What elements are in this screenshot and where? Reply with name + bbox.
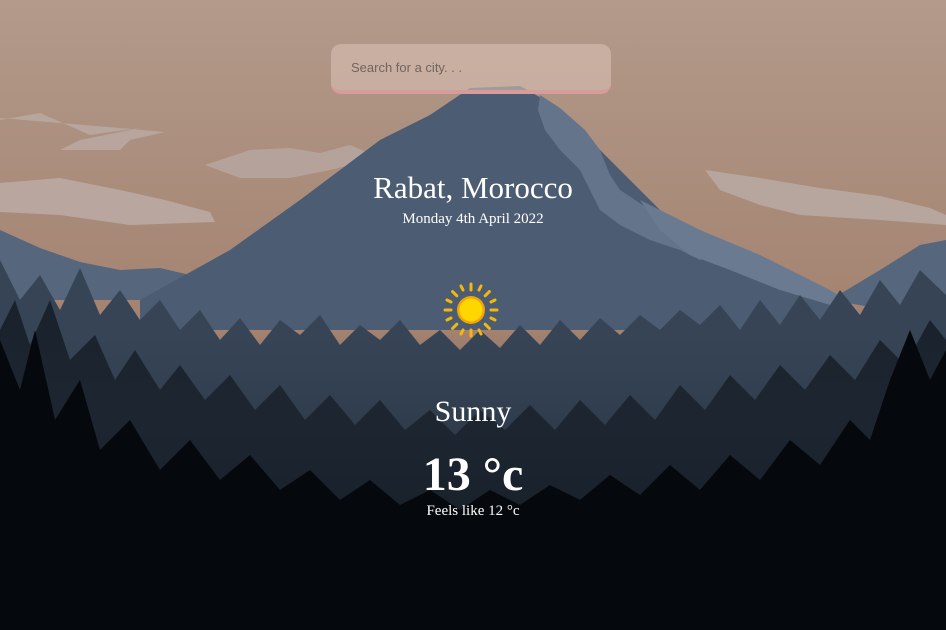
search-bar[interactable]: [331, 44, 611, 94]
search-input[interactable]: [331, 44, 611, 90]
date-label: Monday 4th April 2022: [402, 211, 544, 227]
feels-like: Feels like 12 °c: [426, 503, 520, 519]
location-title: Rabat, Morocco: [373, 170, 573, 205]
sun-icon: [443, 282, 499, 338]
weather-condition: Sunny: [434, 395, 512, 428]
temperature: 13 °c: [422, 448, 524, 501]
